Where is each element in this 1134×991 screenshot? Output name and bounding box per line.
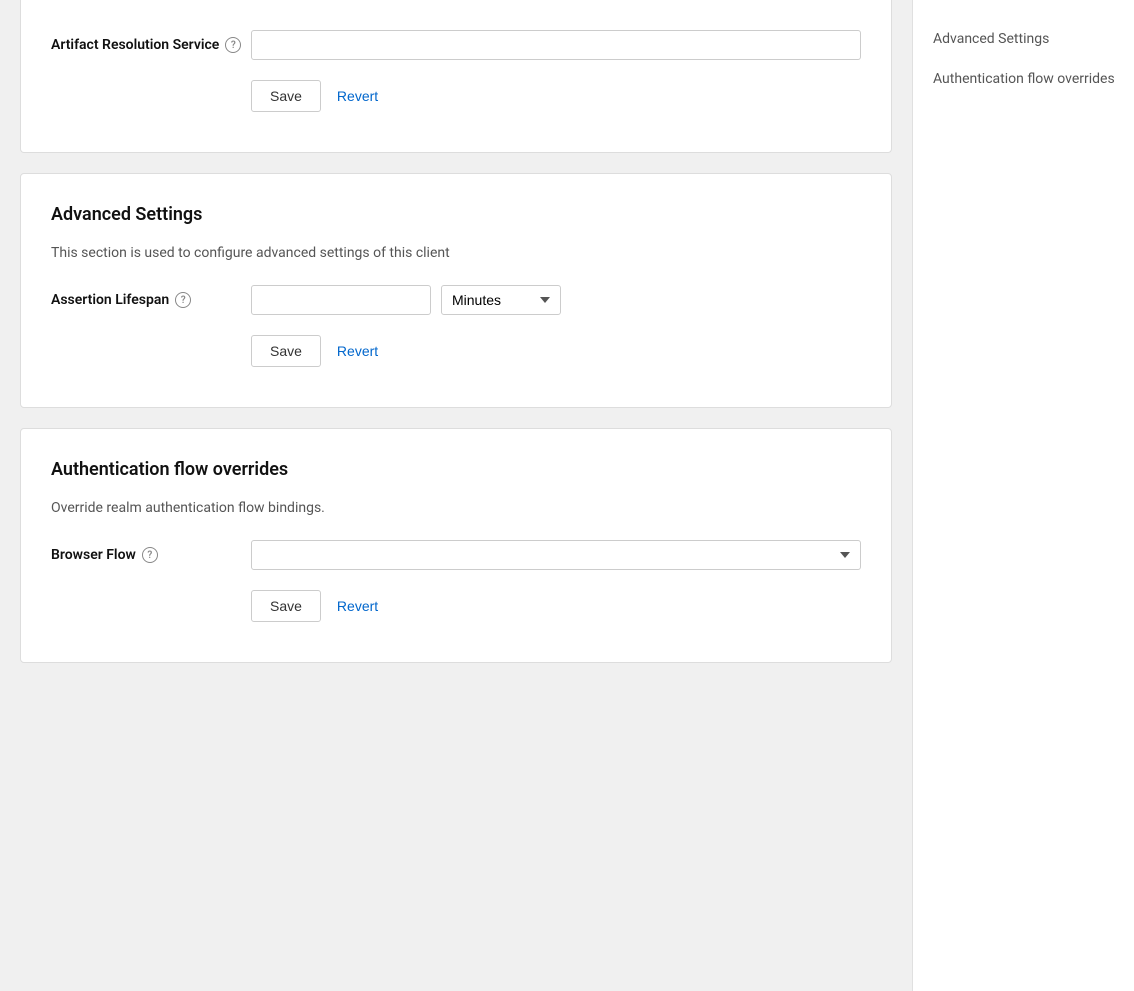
advanced-settings-section: Advanced Settings This section is used t… bbox=[20, 173, 892, 408]
artifact-resolution-section: Artifact Resolution Service ? Save Rever… bbox=[20, 0, 892, 153]
sidebar: Advanced Settings Authentication flow ov… bbox=[912, 0, 1134, 991]
main-content: Artifact Resolution Service ? Save Rever… bbox=[0, 0, 912, 991]
browser-flow-row: Browser Flow ? bbox=[51, 540, 861, 570]
artifact-resolution-revert-button[interactable]: Revert bbox=[337, 88, 378, 104]
browser-flow-select[interactable] bbox=[251, 540, 861, 570]
auth-flow-revert-button[interactable]: Revert bbox=[337, 598, 378, 614]
auth-flow-overrides-description: Override realm authentication flow bindi… bbox=[51, 500, 861, 516]
advanced-settings-description: This section is used to configure advanc… bbox=[51, 245, 861, 261]
auth-flow-overrides-section: Authentication flow overrides Override r… bbox=[20, 428, 892, 663]
artifact-resolution-save-button[interactable]: Save bbox=[251, 80, 321, 112]
auth-flow-save-button[interactable]: Save bbox=[251, 590, 321, 622]
advanced-settings-revert-button[interactable]: Revert bbox=[337, 343, 378, 359]
assertion-lifespan-row: Assertion Lifespan ? Minutes Hours Days … bbox=[51, 285, 861, 315]
sidebar-item-auth-flow-overrides[interactable]: Authentication flow overrides bbox=[913, 60, 1134, 100]
artifact-resolution-input[interactable] bbox=[251, 30, 861, 60]
artifact-resolution-help-icon[interactable]: ? bbox=[225, 37, 241, 53]
sidebar-item-auth-flow-overrides-label: Authentication flow overrides bbox=[933, 71, 1115, 87]
artifact-resolution-label: Artifact Resolution Service ? bbox=[51, 37, 251, 53]
assertion-lifespan-label-text: Assertion Lifespan bbox=[51, 292, 169, 308]
artifact-resolution-button-row: Save Revert bbox=[251, 80, 861, 112]
assertion-lifespan-label: Assertion Lifespan ? bbox=[51, 292, 251, 308]
assertion-lifespan-input[interactable] bbox=[251, 285, 431, 315]
sidebar-item-advanced-settings-label: Advanced Settings bbox=[933, 31, 1049, 47]
sidebar-item-advanced-settings[interactable]: Advanced Settings bbox=[913, 20, 1134, 60]
browser-flow-label: Browser Flow ? bbox=[51, 547, 251, 563]
browser-flow-help-icon[interactable]: ? bbox=[142, 547, 158, 563]
artifact-resolution-row: Artifact Resolution Service ? bbox=[51, 30, 861, 60]
advanced-settings-title: Advanced Settings bbox=[51, 204, 861, 225]
assertion-lifespan-help-icon[interactable]: ? bbox=[175, 292, 191, 308]
assertion-lifespan-unit-select[interactable]: Minutes Hours Days Seconds bbox=[441, 285, 561, 315]
browser-flow-label-text: Browser Flow bbox=[51, 547, 136, 563]
artifact-resolution-label-text: Artifact Resolution Service bbox=[51, 37, 219, 53]
assertion-lifespan-inputs: Minutes Hours Days Seconds bbox=[251, 285, 561, 315]
auth-flow-button-row: Save Revert bbox=[251, 590, 861, 622]
advanced-settings-button-row: Save Revert bbox=[251, 335, 861, 367]
advanced-settings-save-button[interactable]: Save bbox=[251, 335, 321, 367]
auth-flow-overrides-title: Authentication flow overrides bbox=[51, 459, 861, 480]
